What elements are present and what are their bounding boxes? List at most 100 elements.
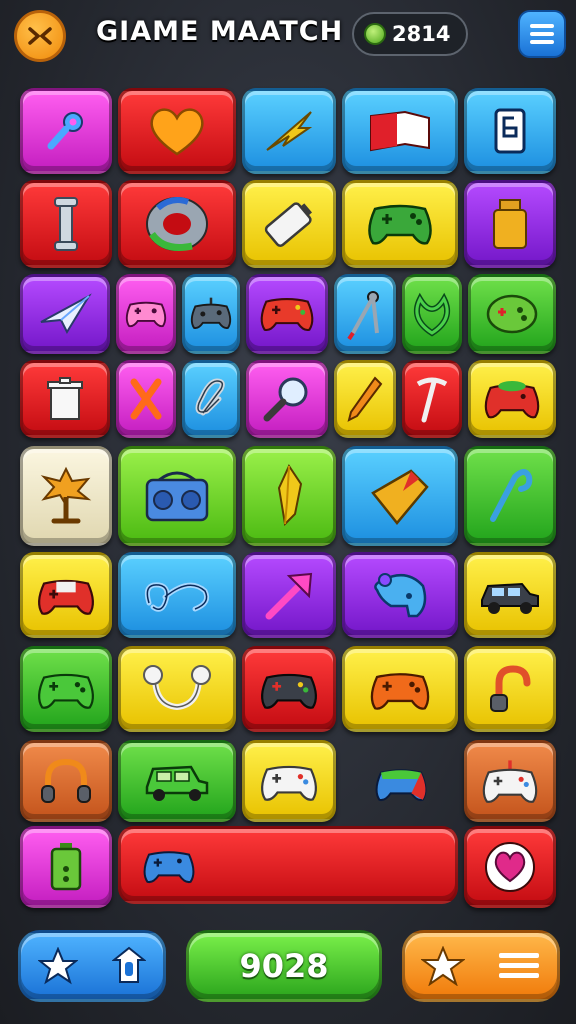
coin-counter: 2814 [352,12,468,56]
gamepad-icon [375,769,427,802]
gamepad-icon [260,298,314,332]
paperclip-icon [195,378,225,416]
tile-clip[interactable] [118,552,236,638]
star-icon [421,946,465,986]
tile-clip[interactable] [182,360,240,438]
phone-icon [494,108,526,154]
tile-gamepad[interactable] [20,552,112,638]
safety-pin-icon [144,582,210,612]
gamepad-icon [261,673,317,709]
bone-icon [143,665,211,711]
tile-flag[interactable] [342,88,458,174]
boombox-icon [145,471,209,522]
heart-icon [150,108,204,156]
headphones-icon [41,758,91,803]
gem-icon [371,469,429,525]
tile-gamepad-loose[interactable] [362,752,440,814]
tile-ring[interactable] [118,180,236,268]
battery-icon [264,202,313,247]
tile-battery[interactable] [242,180,336,268]
tile-boombox[interactable] [118,446,236,546]
tile-gem[interactable] [342,446,458,546]
tile-wrench[interactable] [20,88,112,174]
tree-icon [40,466,92,524]
gamepad-icon [143,851,195,884]
tile-magnifier[interactable] [246,360,328,438]
tile-crystal[interactable] [242,446,336,546]
tile-bone[interactable] [20,180,112,268]
tile-gamepad[interactable] [116,274,176,354]
tile-blob[interactable] [468,274,556,354]
tile-arrow[interactable] [242,552,336,638]
tile-bone[interactable] [118,646,236,732]
gamepad-icon [368,204,432,245]
battery-icon [50,843,82,891]
tile-pickaxe[interactable] [402,360,462,438]
coin-count: 2814 [392,22,451,46]
gamepad-icon [370,673,430,710]
heart-badge-icon [485,842,535,892]
footer-left-button[interactable] [18,930,166,1002]
header: GIAME MAATCH 2814 [0,0,576,74]
paper-plane-icon [40,293,92,335]
gamepad-icon [261,765,317,801]
controller-blob-icon [486,294,538,334]
menu-button[interactable] [518,10,566,58]
gamepad-icon [190,297,232,329]
tile-gamepad[interactable] [342,180,458,268]
gamepad-icon [484,381,540,419]
tile-pencil[interactable] [334,360,396,438]
tile-hook[interactable] [464,646,556,732]
tile-gamepad[interactable] [464,740,556,822]
pencil-icon [347,376,383,422]
tile-heart[interactable] [464,826,556,908]
tile-phone[interactable] [464,88,556,174]
close-button[interactable] [14,10,66,62]
tile-pin[interactable] [464,446,556,546]
tile-elephant[interactable] [342,552,458,638]
tile-tree[interactable] [20,446,112,546]
tile-leaf[interactable] [242,88,336,174]
hook-icon [490,665,531,712]
knot-icon [414,292,450,337]
ring-icon [146,197,208,251]
tile-tool[interactable] [334,274,396,354]
shield-icon [112,946,146,983]
tile-car[interactable] [118,740,236,822]
star-icon [38,947,78,985]
tile-jar[interactable] [464,180,556,268]
tile-long-bar[interactable] [118,826,458,904]
gamepad-icon [38,673,94,709]
car-icon [145,765,209,801]
arrow-icon [265,572,313,620]
magnifier-icon [263,377,308,422]
tile-trash[interactable] [20,360,110,438]
tile-gamepad[interactable] [182,274,240,354]
tile-gamepad[interactable] [242,740,336,822]
footer-right-button[interactable] [402,930,560,1002]
tile-gamepad[interactable] [20,646,112,732]
tile-gamepad[interactable] [342,646,458,732]
tile-gamepad[interactable] [242,646,336,732]
tile-cross[interactable] [116,360,176,438]
tile-battery[interactable] [20,826,112,908]
tile-car[interactable] [464,552,556,638]
compass-tool-icon [347,291,379,341]
tile-gamepad[interactable] [246,274,328,354]
tile-headphones[interactable] [20,740,112,822]
flag-icon [370,110,430,152]
pin-icon [490,469,533,522]
close-icon [28,27,52,45]
tile-heart[interactable] [118,88,236,174]
bone-icon [54,197,78,251]
tile-knot[interactable] [402,274,462,354]
coin-icon [364,23,386,45]
tile-gamepad[interactable] [468,360,556,438]
crystal-icon [277,463,303,527]
car-icon [481,582,539,614]
jar-icon [493,199,527,249]
gamepad-icon [125,301,167,328]
leaf-icon [266,111,313,151]
score-panel: 9028 [186,930,382,1002]
tile-plane[interactable] [20,274,110,354]
